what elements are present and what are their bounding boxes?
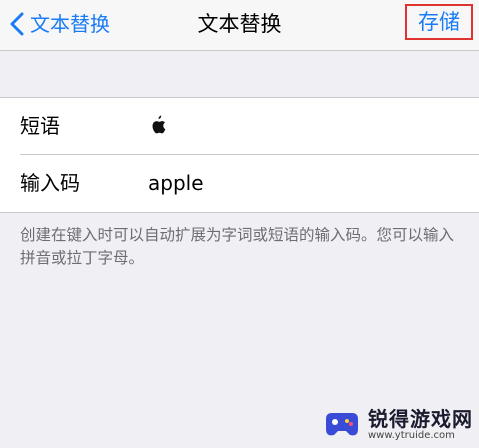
phrase-label: 短语 (20, 114, 60, 138)
watermark-url: www.ytruide.com (368, 430, 455, 441)
shortcut-row[interactable]: 输入码 apple (0, 155, 479, 212)
phrase-row[interactable]: 短语 (0, 98, 479, 155)
text-replacement-form: 短语 输入码 apple (0, 97, 479, 213)
footer-note: 创建在键入时可以自动扩展为字词或短语的输入码。您可以输入拼音或拉丁字母。 (20, 226, 455, 267)
gamepad-logo-icon (326, 413, 358, 436)
apple-logo-icon (150, 115, 166, 139)
watermark: 锐得游戏网 www.ytruide.com (322, 408, 473, 442)
shortcut-input[interactable]: apple (148, 155, 204, 212)
shortcut-label: 输入码 (20, 171, 80, 195)
watermark-title: 锐得游戏网 (368, 407, 473, 431)
save-button[interactable]: 存储 (405, 4, 473, 40)
navigation-bar: 文本替换 文本替换 存储 (0, 0, 479, 51)
